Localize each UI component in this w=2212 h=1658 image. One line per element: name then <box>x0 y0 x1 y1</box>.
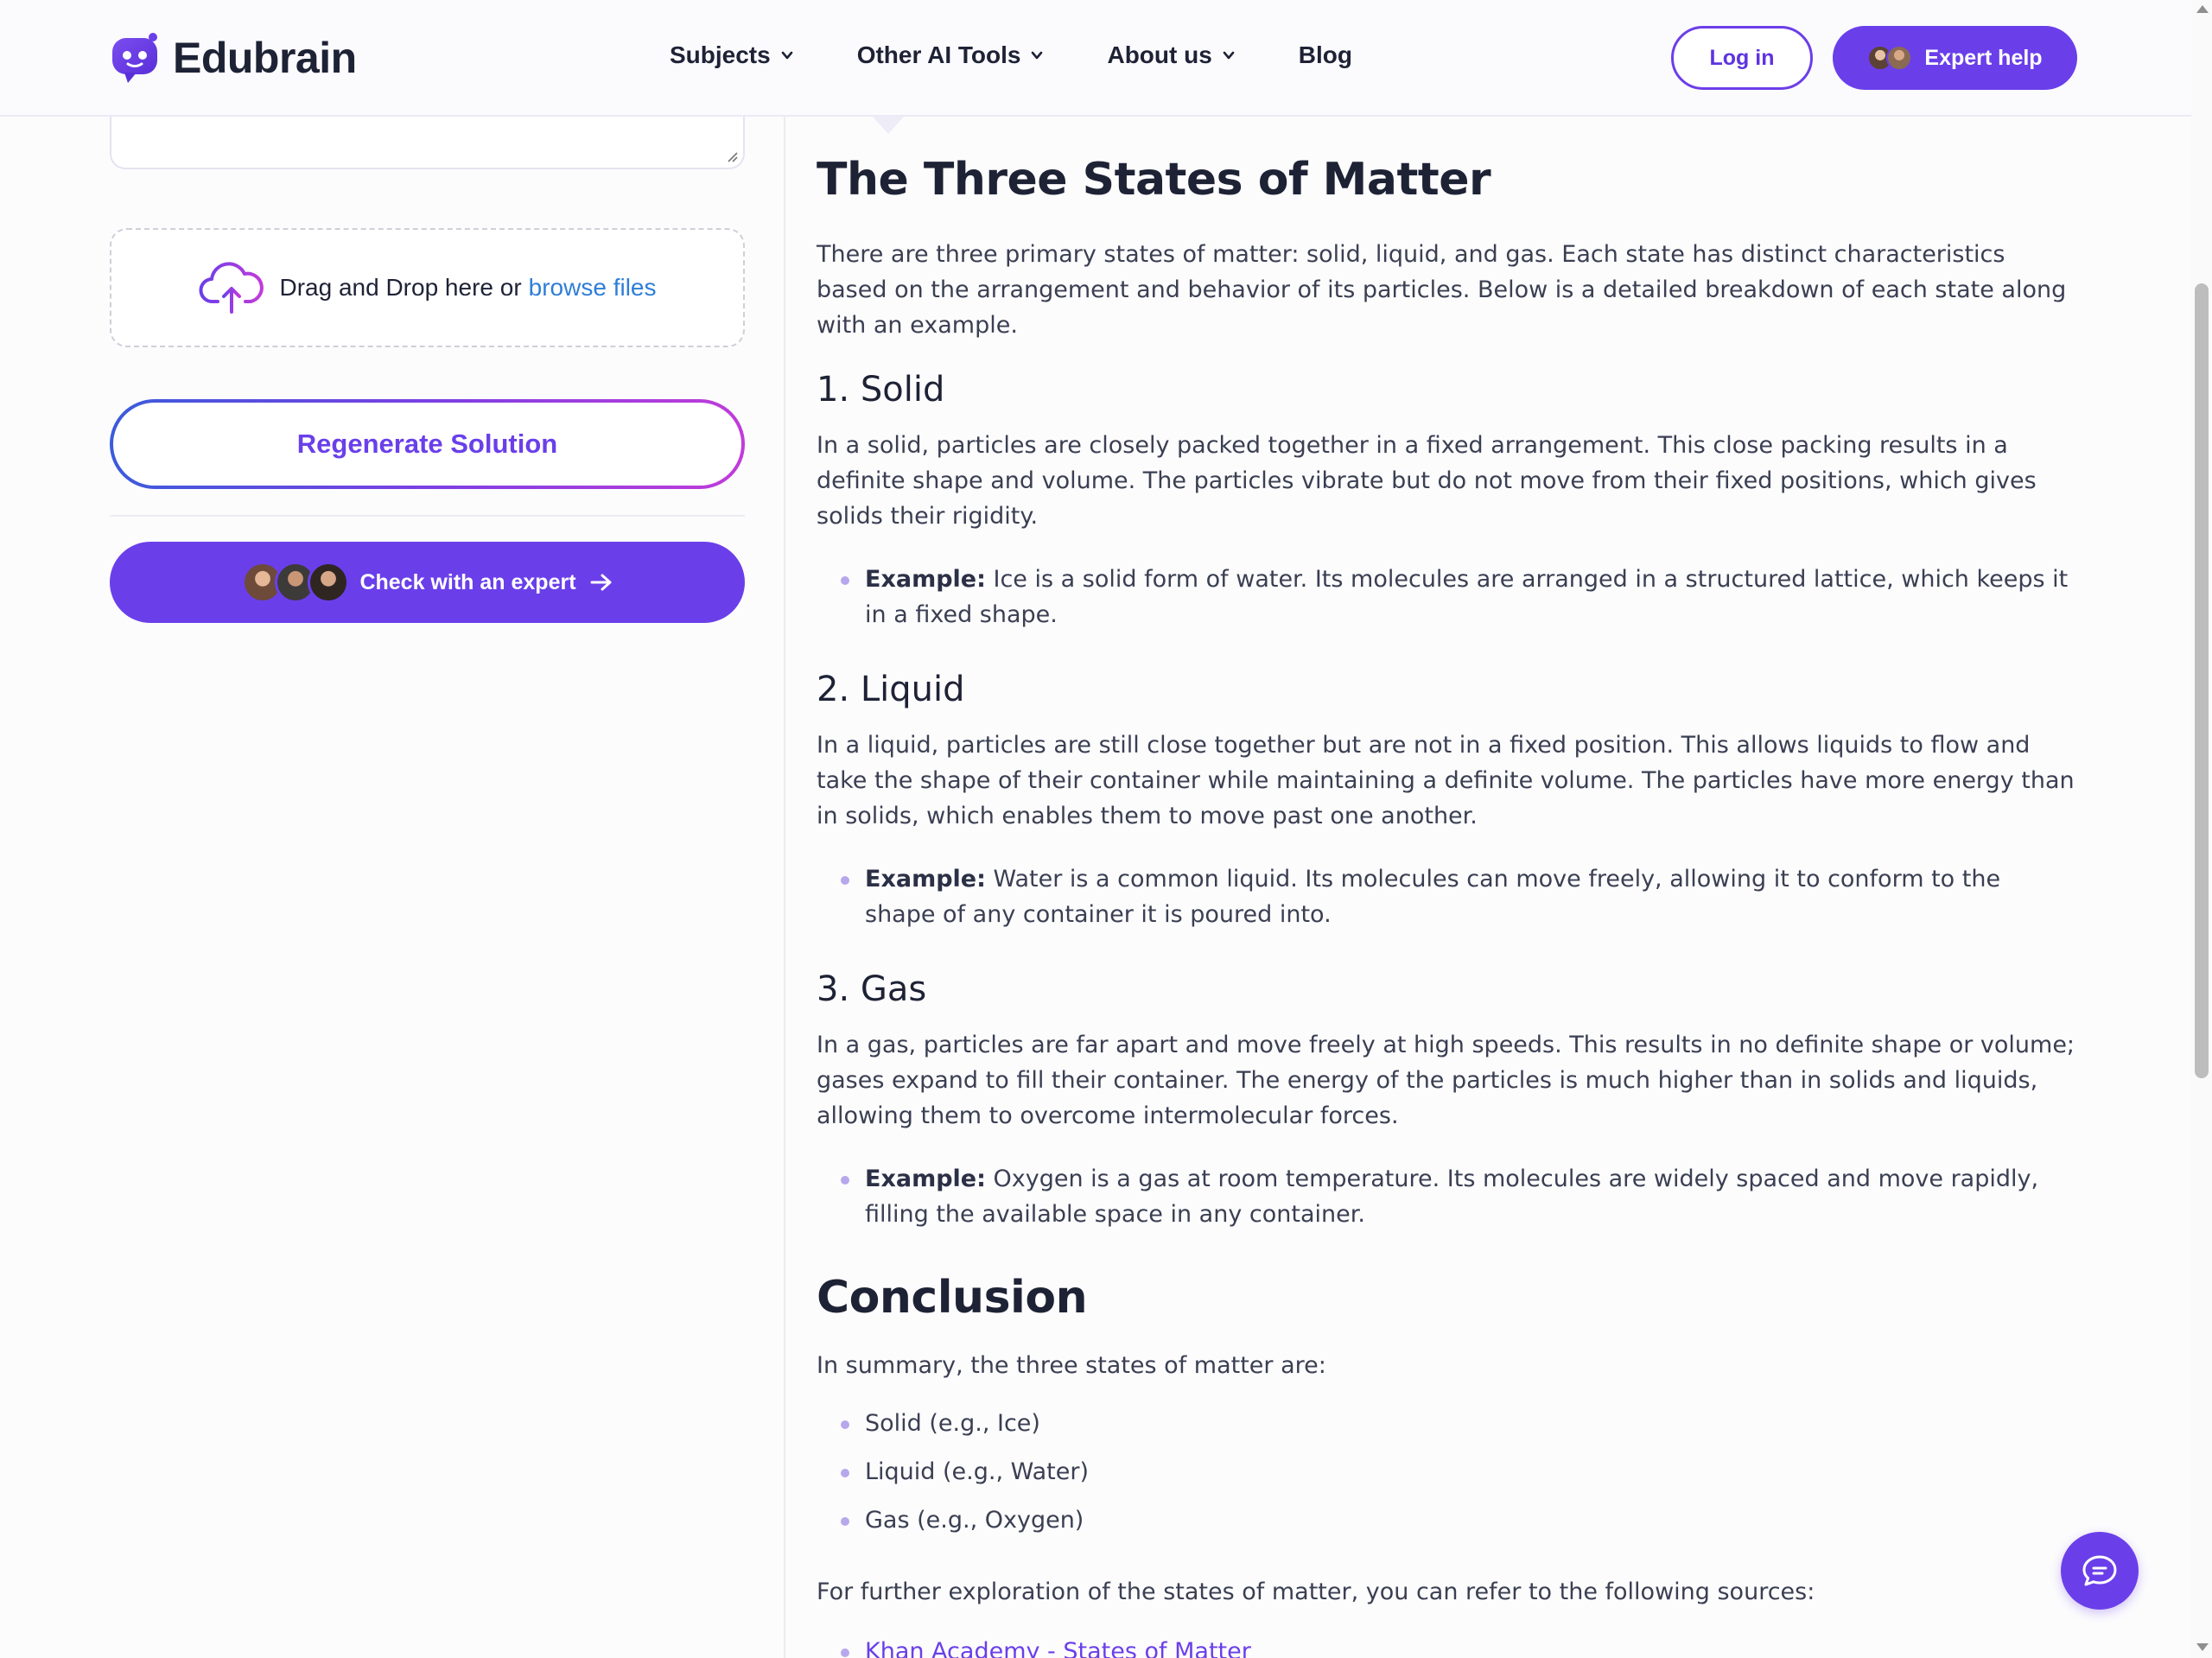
answer-title: The Three States of Matter <box>817 154 1491 206</box>
panel-divider <box>784 117 785 1658</box>
nav-item-label: Subjects <box>670 41 771 68</box>
scrollbar-thumb[interactable] <box>2195 283 2209 1078</box>
brand-logo[interactable]: Edubrain <box>109 31 357 85</box>
conclusion-heading: Conclusion <box>817 1272 1088 1324</box>
example-text: Water is a common liquid. Its molecules … <box>865 866 2001 928</box>
section-heading-liquid: 2. Liquid <box>817 670 965 709</box>
chevron-down-icon <box>1223 51 1235 60</box>
list-item: Example: Ice is a solid form of water. I… <box>841 562 2078 632</box>
list-item: Gas (e.g., Oxygen) <box>841 1502 2078 1538</box>
nav-item-label: Blog <box>1298 41 1353 68</box>
nav-item-label: Other AI Tools <box>856 41 1021 68</box>
logo-robot-icon <box>112 33 157 83</box>
further-reading-text: For further exploration of the states of… <box>817 1579 1815 1605</box>
example-label: Example: <box>865 566 986 593</box>
example-label: Example: <box>865 1166 986 1192</box>
example-list: Example: Ice is a solid form of water. I… <box>817 562 2078 632</box>
summary-list: Solid (e.g., Ice) Liquid (e.g., Water) G… <box>817 1406 2078 1538</box>
answer-pointer-notch <box>873 117 904 134</box>
chevron-down-icon <box>1032 51 1043 60</box>
answer-intro: There are three primary states of matter… <box>817 241 2067 339</box>
section-heading-solid: 1. Solid <box>817 370 945 410</box>
login-button[interactable]: Log in <box>1671 26 1813 90</box>
expert-avatars <box>242 562 350 603</box>
expert-help-label: Expert help <box>1924 45 2043 70</box>
chat-icon <box>2082 1555 2117 1586</box>
nav-item-other-ai-tools[interactable]: Other AI Tools <box>857 41 1044 69</box>
nav-item-subjects[interactable]: Subjects <box>670 41 793 69</box>
section-body-solid: In a solid, particles are closely packed… <box>817 432 2037 530</box>
list-item: Khan Academy - States of Matter <box>841 1634 2078 1658</box>
section-body-liquid: In a liquid, particles are still close t… <box>817 732 2075 829</box>
chat-button[interactable] <box>2061 1532 2139 1610</box>
arrow-right-icon <box>590 574 612 591</box>
dropzone-text: Drag and Drop here or <box>279 274 522 301</box>
chevron-down-icon <box>781 51 793 60</box>
nav-item-about-us[interactable]: About us <box>1107 41 1235 69</box>
answer-content: The Three States of Matter There are thr… <box>817 149 2078 1658</box>
sources-list: Khan Academy - States of Matter <box>817 1634 2078 1658</box>
scroll-up-arrow-icon[interactable] <box>2196 5 2209 13</box>
example-list: Example: Oxygen is a gas at room tempera… <box>817 1161 2078 1232</box>
section-body-gas: In a gas, particles are far apart and mo… <box>817 1032 2075 1129</box>
list-item: Solid (e.g., Ice) <box>841 1406 2078 1441</box>
list-item: Example: Oxygen is a gas at room tempera… <box>841 1161 2078 1232</box>
brand-name: Edubrain <box>173 34 357 82</box>
check-expert-label: Check with an expert <box>359 569 576 594</box>
regenerate-label: Regenerate Solution <box>113 403 741 486</box>
browse-files-link[interactable]: browse files <box>529 274 657 302</box>
nav-item-label: About us <box>1107 41 1212 68</box>
left-divider <box>110 515 745 517</box>
file-dropzone[interactable]: Drag and Drop here or browse files <box>110 228 745 347</box>
site-header: Edubrain Subjects Other AI Tools About u… <box>0 0 2191 117</box>
expert-avatars <box>1867 45 1913 71</box>
example-text: Ice is a solid form of water. Its molecu… <box>865 566 2069 628</box>
nav-item-blog[interactable]: Blog <box>1299 41 1352 69</box>
example-text: Oxygen is a gas at room temperature. Its… <box>865 1166 2039 1228</box>
list-item: Liquid (e.g., Water) <box>841 1454 2078 1490</box>
avatar <box>308 562 350 603</box>
resize-grip-icon[interactable] <box>726 150 738 162</box>
conclusion-intro: In summary, the three states of matter a… <box>817 1352 1326 1379</box>
expert-help-button[interactable]: Expert help <box>1833 26 2077 90</box>
list-item: Example: Water is a common liquid. Its m… <box>841 861 2078 932</box>
cloud-upload-icon <box>199 262 264 314</box>
section-heading-gas: 3. Gas <box>817 969 927 1009</box>
source-link[interactable]: Khan Academy - States of Matter <box>865 1638 1251 1658</box>
example-list: Example: Water is a common liquid. Its m… <box>817 861 2078 932</box>
regenerate-solution-button[interactable]: Regenerate Solution <box>110 399 745 489</box>
main-nav: Subjects Other AI Tools About us Blog <box>670 41 1352 69</box>
scroll-down-arrow-icon[interactable] <box>2196 1643 2209 1651</box>
check-with-expert-button[interactable]: Check with an expert <box>110 542 745 623</box>
example-label: Example: <box>865 866 986 893</box>
avatar <box>1886 45 1913 71</box>
